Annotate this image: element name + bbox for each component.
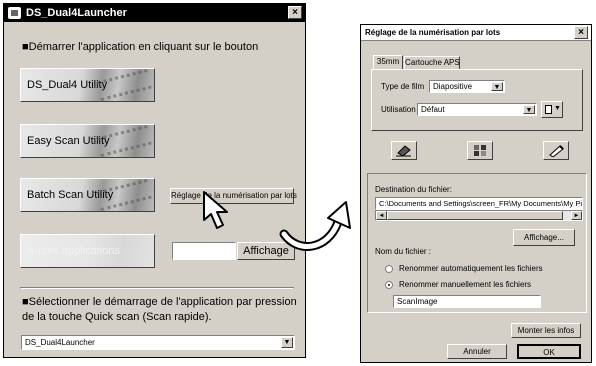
destination-path: C:\Documents and Settings\screen_FR\My D… bbox=[379, 199, 582, 208]
ds-dual4-utility-label: DS_Dual4 Utility bbox=[27, 79, 108, 91]
tab-35mm[interactable]: 35mm bbox=[373, 55, 403, 69]
other-applications-button: Autres applications bbox=[20, 234, 155, 268]
chevron-down-icon: ▼ bbox=[554, 105, 561, 112]
usage-options-button[interactable]: ▼ bbox=[541, 101, 563, 118]
film-strip-icon bbox=[96, 125, 152, 157]
launcher-titlebar[interactable]: DS_Dual4Launcher × bbox=[4, 4, 305, 22]
film-strip-icon bbox=[96, 69, 152, 101]
edit-settings-button[interactable] bbox=[543, 141, 569, 160]
quickscan-select[interactable]: DS_Dual4Launcher ▼ bbox=[21, 335, 295, 350]
launcher-window: DS_Dual4Launcher × ■Démarrer l'applicati… bbox=[3, 3, 306, 358]
erase-settings-button[interactable] bbox=[391, 141, 417, 160]
radio-manual-rename-label: Renommer manuellement les fichiers bbox=[399, 280, 532, 289]
pen-icon bbox=[549, 145, 564, 157]
chevron-down-icon[interactable]: ▼ bbox=[491, 82, 503, 91]
radio-auto-rename[interactable] bbox=[385, 265, 393, 273]
radio-manual-rename[interactable] bbox=[385, 281, 393, 289]
curved-arrow-icon bbox=[279, 201, 351, 251]
cancel-button[interactable]: Annuler bbox=[447, 344, 507, 359]
destination-label: Destination du fichier: bbox=[375, 185, 452, 194]
usage-label: Utilisation bbox=[381, 105, 416, 114]
easy-scan-utility-button[interactable]: Easy Scan Utility bbox=[20, 124, 155, 158]
scroll-thumb[interactable] bbox=[387, 211, 563, 220]
ok-button[interactable]: OK bbox=[517, 344, 581, 359]
film-type-value: Diapositive bbox=[433, 82, 473, 91]
quickscan-text-2: de la touche Quick scan (Scan rapide). bbox=[22, 311, 212, 323]
destination-path-field[interactable]: C:\Documents and Settings\screen_FR\My D… bbox=[375, 197, 583, 210]
chevron-down-icon[interactable]: ▼ bbox=[523, 105, 535, 114]
show-info-button[interactable]: Monter les infos bbox=[511, 323, 581, 338]
grid-settings-button[interactable] bbox=[467, 141, 493, 160]
tab-panel bbox=[371, 69, 583, 131]
document-icon bbox=[545, 105, 552, 114]
mouse-pointer-icon bbox=[203, 191, 228, 229]
quickscan-text-1: ■Sélectionner le démarrage de l'applicat… bbox=[22, 296, 297, 308]
filename-input[interactable]: ScanImage bbox=[393, 295, 541, 308]
tab-aps-cartridge[interactable]: Cartouche APS bbox=[404, 56, 460, 69]
dialog-close-button[interactable]: × bbox=[574, 26, 588, 39]
radio-auto-rename-label: Renommer automatiquement les fichiers bbox=[399, 264, 543, 273]
dialog-titlebar[interactable]: Réglage de la numérisation par lots × bbox=[361, 25, 591, 41]
launcher-separator bbox=[20, 287, 294, 289]
launcher-title: DS_Dual4Launcher bbox=[26, 7, 127, 19]
film-strip-icon bbox=[96, 179, 152, 211]
quickscan-select-value: DS_Dual4Launcher bbox=[25, 338, 95, 347]
destination-scrollbar[interactable]: ◄ ► bbox=[375, 210, 583, 221]
usage-select[interactable]: Défaut ▼ bbox=[417, 103, 537, 116]
eraser-icon bbox=[396, 145, 411, 157]
app-icon bbox=[8, 7, 21, 19]
other-applications-label: Autres applications bbox=[27, 245, 120, 257]
filename-label: Nom du fichier : bbox=[375, 247, 432, 256]
filename-value: ScanImage bbox=[397, 297, 438, 306]
scroll-right-icon[interactable]: ► bbox=[571, 211, 582, 220]
usage-value: Défaut bbox=[421, 105, 445, 114]
film-type-label: Type de film bbox=[381, 82, 425, 91]
batch-scan-utility-button[interactable]: Batch Scan Utility bbox=[20, 178, 155, 212]
grid-icon bbox=[474, 145, 486, 156]
other-app-field[interactable] bbox=[172, 242, 236, 260]
batch-settings-dialog: Réglage de la numérisation par lots × 35… bbox=[360, 24, 592, 363]
browse-button[interactable]: Affichage... bbox=[513, 229, 575, 246]
launcher-intro: ■Démarrer l'application en cliquant sur … bbox=[22, 41, 259, 53]
close-button[interactable]: × bbox=[288, 6, 302, 19]
film-type-select[interactable]: Diapositive ▼ bbox=[429, 80, 505, 93]
ds-dual4-utility-button[interactable]: DS_Dual4 Utility bbox=[20, 68, 155, 102]
chevron-down-icon[interactable]: ▼ bbox=[281, 337, 293, 348]
scroll-left-icon[interactable]: ◄ bbox=[376, 211, 387, 220]
dialog-title: Réglage de la numérisation par lots bbox=[365, 28, 501, 37]
